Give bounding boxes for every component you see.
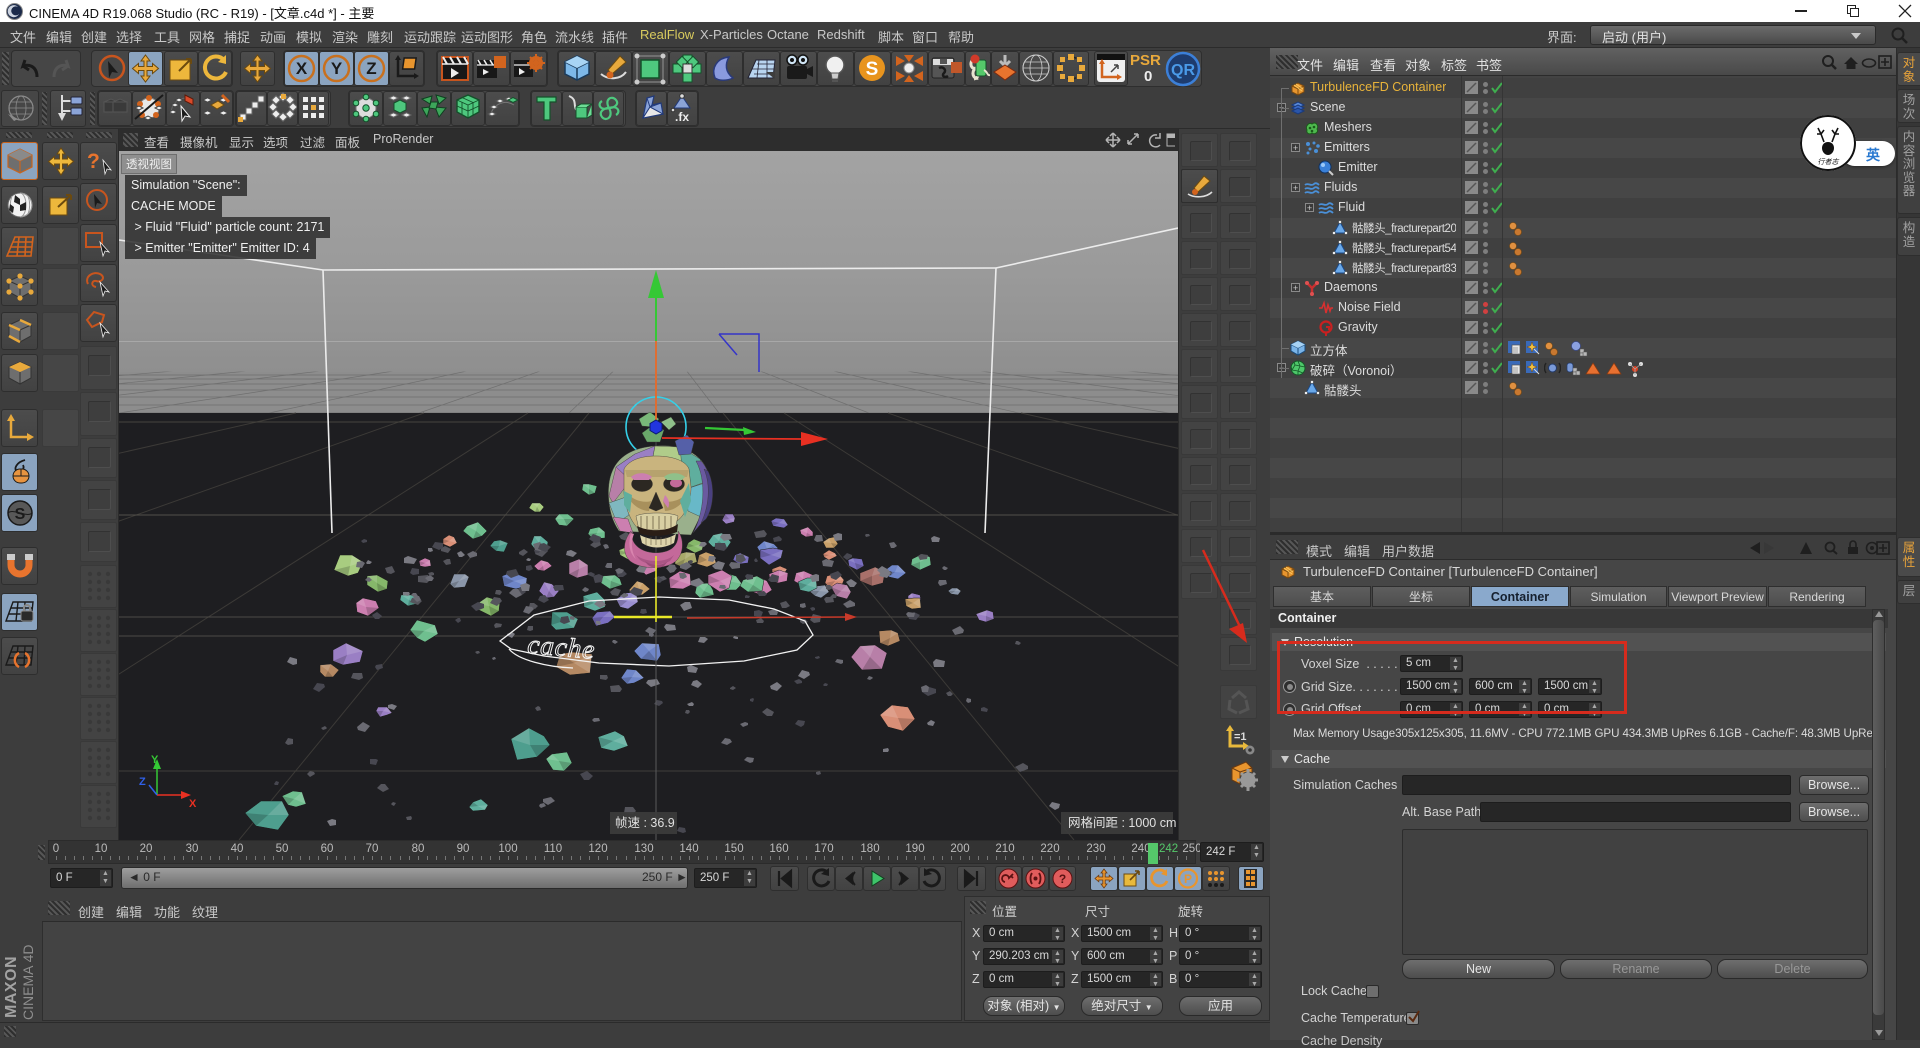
svg-text:.fx: .fx [675,110,689,124]
svg-text:=1: =1 [1234,731,1247,743]
svg-text:X: X [189,798,197,810]
svg-text:行者志: 行者志 [1818,158,1840,166]
svg-text:Y: Y [151,754,159,766]
svg-text:cache: cache [526,629,596,665]
svg-text:?: ? [1059,872,1066,886]
svg-text:S: S [15,506,26,523]
svg-text:P: P [1184,872,1192,886]
svg-text:QR: QR [1171,62,1195,79]
svg-text:X: X [296,59,308,78]
svg-text:Y: Y [331,59,343,78]
svg-text:S: S [866,59,879,80]
svg-text:帧速 : 36.9: 帧速 : 36.9 [615,816,675,830]
svg-text:Z: Z [139,776,146,788]
svg-text:Z: Z [366,59,376,78]
svg-text:?: ? [87,150,100,173]
svg-text:网格间距 : 1000 cm: 网格间距 : 1000 cm [1068,815,1176,830]
